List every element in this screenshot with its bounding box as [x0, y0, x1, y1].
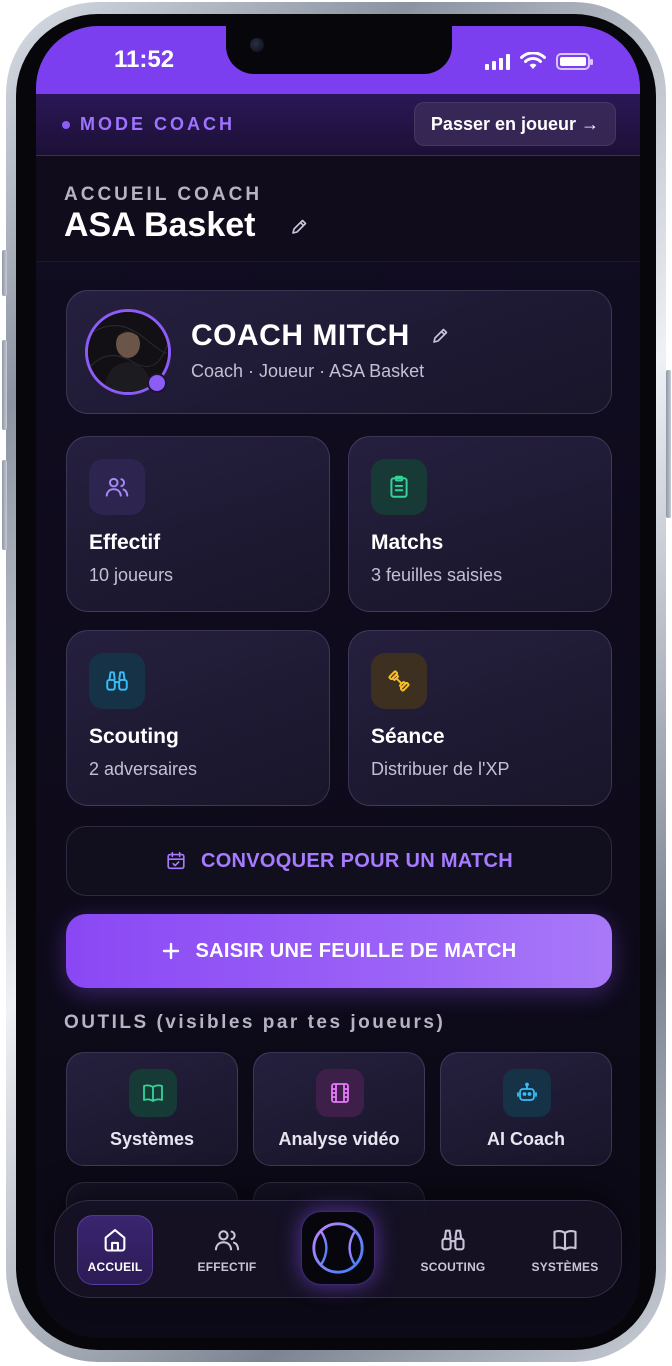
nav-label: ACCUEIL — [87, 1260, 143, 1274]
bottom-navigation: ACCUEIL EFFECTIF SCOUTING SYSTÈMES — [54, 1200, 622, 1298]
page-title: ASA Basket — [64, 206, 256, 244]
tile-subtitle: Distribuer de l'XP — [371, 759, 510, 779]
coach-profile-card[interactable]: COACH MITCH Coach · Joueur · ASA Basket — [66, 290, 612, 414]
nav-label: EFFECTIF — [197, 1260, 257, 1274]
tool-label: AI Coach — [486, 1129, 565, 1149]
tool-label: Analyse vidéo — [278, 1129, 400, 1149]
tile-title: Effectif — [89, 531, 161, 554]
nav-item-effectif[interactable]: EFFECTIF — [189, 1215, 265, 1285]
new-match-sheet-button[interactable]: SAISIR UNE FEUILLE DE MATCH — [66, 914, 612, 988]
nav-label: SYSTÈMES — [531, 1260, 599, 1274]
tile-seance[interactable]: Séance Distribuer de l'XP — [348, 630, 612, 806]
tools-section-label: OUTILS (visibles par tes joueurs) — [64, 1012, 446, 1033]
signal-icon — [485, 54, 510, 70]
coach-name: COACH MITCH — [191, 319, 410, 352]
home-icon — [104, 1229, 126, 1252]
volume-down-button — [2, 460, 7, 550]
tile-scouting[interactable]: Scouting 2 adversaires — [66, 630, 330, 806]
center-action-button[interactable] — [301, 1211, 375, 1285]
tile-title: Séance — [371, 725, 445, 748]
tile-matchs[interactable]: Matchs 3 feuilles saisies — [348, 436, 612, 612]
status-time: 11:52 — [114, 46, 175, 73]
plus-icon — [163, 942, 180, 960]
avatar-camera-icon[interactable] — [147, 373, 167, 393]
coach-roles: Coach · Joueur · ASA Basket — [191, 361, 425, 381]
nav-item-accueil[interactable]: ACCUEIL — [77, 1215, 153, 1285]
book-icon — [553, 1230, 577, 1251]
convoke-for-match-button[interactable]: CONVOQUER POUR UN MATCH — [66, 826, 612, 896]
front-camera — [250, 38, 264, 52]
binoculars-icon — [89, 653, 145, 709]
nav-label: SCOUTING — [420, 1260, 486, 1274]
nav-item-systemes[interactable]: SYSTÈMES — [527, 1215, 603, 1285]
volume-up-button — [2, 340, 7, 430]
status-icons — [485, 52, 593, 70]
tool-label: Systèmes — [109, 1129, 195, 1149]
wifi-icon — [520, 52, 546, 69]
tile-title: Matchs — [371, 531, 444, 554]
new-match-sheet-label: SAISIR UNE FEUILLE DE MATCH — [195, 939, 517, 962]
page-eyebrow: ACCUEIL COACH — [64, 184, 263, 205]
dumbbell-icon — [371, 653, 427, 709]
edit-team-icon[interactable] — [290, 218, 308, 236]
tool-systemes[interactable]: Systèmes — [66, 1052, 238, 1166]
convoke-button-label: CONVOQUER POUR UN MATCH — [200, 849, 514, 872]
mode-bar: MODE COACH Passer en joueur → — [36, 94, 640, 156]
film-icon — [316, 1069, 364, 1117]
tile-subtitle: 2 adversaires — [89, 759, 198, 779]
silent-switch — [2, 250, 7, 296]
edit-profile-icon[interactable] — [431, 327, 449, 345]
power-button — [666, 370, 671, 518]
calendar-check-icon — [167, 851, 185, 870]
tile-subtitle: 10 joueurs — [89, 565, 174, 585]
tile-subtitle: 3 feuilles saisies — [371, 565, 503, 585]
status-bar: 11:52 — [36, 26, 640, 94]
tile-title: Scouting — [89, 725, 179, 748]
clipboard-icon — [371, 459, 427, 515]
robot-icon — [503, 1069, 551, 1117]
basketball-icon — [312, 1222, 364, 1274]
battery-icon — [556, 53, 593, 70]
users-icon — [214, 1230, 240, 1251]
switch-to-player-button[interactable]: Passer en joueur → — [413, 102, 616, 146]
tool-analyse-video[interactable]: Analyse vidéo — [253, 1052, 425, 1166]
app-screen: 11:52 MODE COACH Passer en joueur → ACCU… — [36, 26, 640, 1338]
tile-effectif[interactable]: Effectif 10 joueurs — [66, 436, 330, 612]
book-icon — [129, 1069, 177, 1117]
page-header: ACCUEIL COACH ASA Basket — [36, 156, 640, 262]
tool-ai-coach[interactable]: AI Coach — [440, 1052, 612, 1166]
mode-label: MODE COACH — [80, 114, 235, 134]
binoculars-icon — [441, 1229, 465, 1251]
users-icon — [89, 459, 145, 515]
mode-indicator-dot — [62, 121, 70, 129]
nav-item-scouting[interactable]: SCOUTING — [415, 1215, 491, 1285]
